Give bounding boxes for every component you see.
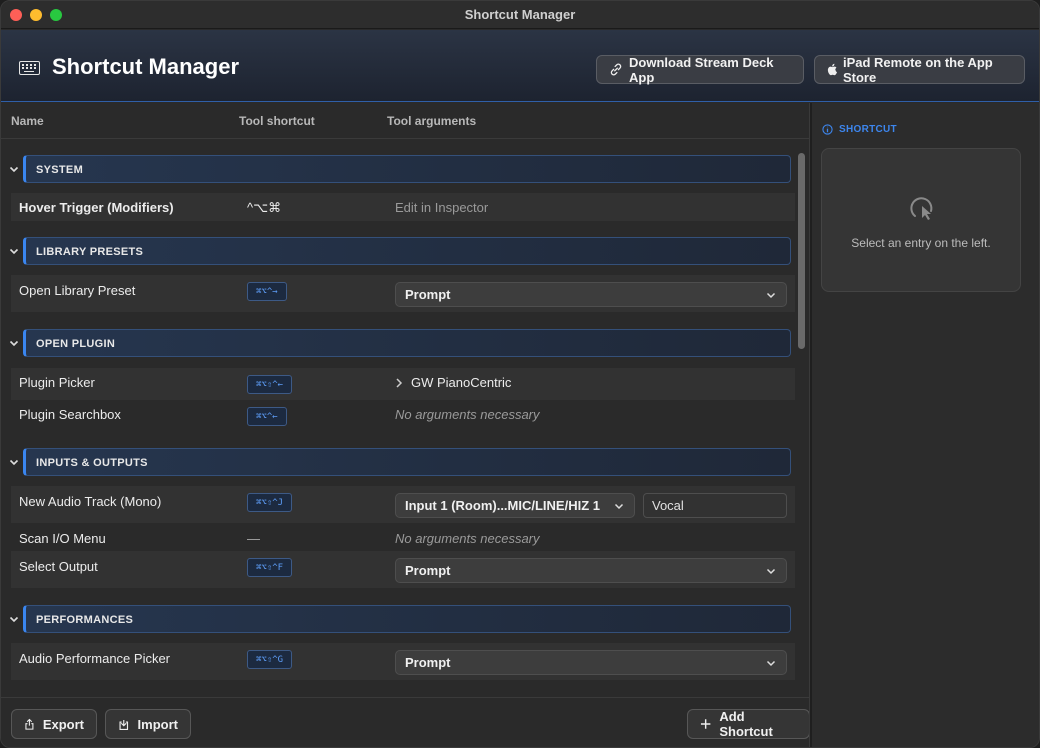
argument-text: Edit in Inspector [395,200,489,215]
keyboard-icon [19,61,40,75]
column-header-name[interactable]: Name [11,114,44,128]
close-window-button[interactable] [10,9,22,21]
select-value: Prompt [405,287,451,302]
import-icon [119,719,129,730]
row-name: Plugin Searchbox [19,407,121,422]
shortcut-keys: ^⌥⌘ [247,200,282,215]
select-value: Input 1 (Room)...MIC/LINE/HIZ 1 [405,498,600,513]
chevron-down-icon[interactable] [9,457,19,467]
add-shortcut-label: Add Shortcut [719,709,773,739]
table-row[interactable]: Audio Performance Picker ⌘⌥⇧^G Prompt [11,643,795,680]
row-name: Hover Trigger (Modifiers) [19,200,174,215]
window-controls [10,9,62,21]
chevron-down-icon[interactable] [9,164,19,174]
ipad-remote-button[interactable]: iPad Remote on the App Store [814,54,1025,85]
section-label: LIBRARY PRESETS [36,246,144,258]
inspector-heading: SHORTCUT [822,124,897,135]
shortcut-chip[interactable]: ⌘⌥⇧^J [247,493,293,512]
chevron-down-icon[interactable] [9,614,19,624]
info-icon [822,124,833,135]
ipad-remote-label: iPad Remote on the App Store [842,54,993,85]
table-row[interactable]: Select Output ⌘⌥⇧^F Prompt [11,551,795,588]
shortcut-chip[interactable]: ⌘⌥^→ [247,282,287,301]
table-row[interactable]: New Audio Track (Mono) ⌘⌥⇧^J Input 1 (Ro… [11,486,795,523]
table-row[interactable]: Plugin Searchbox ⌘⌥^← No arguments neces… [11,400,795,432]
shortcut-list: SYSTEM Hover Trigger (Modifiers) ^⌥⌘ Edi… [1,140,809,696]
section-label: INPUTS & OUTPUTS [36,457,148,469]
shortcut-chip[interactable]: ⌘⌥^← [247,407,287,426]
download-stream-deck-label: Download Stream Deck App [629,54,774,85]
inspector-heading-label: SHORTCUT [839,124,897,135]
zoom-window-button[interactable] [50,9,62,21]
table-header: Name Tool shortcut Tool arguments [1,103,809,139]
inspector-empty-message: Select an entry on the left. [851,236,991,250]
section-label: OPEN PLUGIN [36,338,116,350]
download-stream-deck-button[interactable]: Download Stream Deck App [596,54,804,85]
export-button[interactable]: Export [11,709,97,739]
chevron-right-icon [396,377,403,388]
argument-text: No arguments necessary [395,407,540,422]
section-inputs-outputs[interactable]: INPUTS & OUTPUTS [23,448,791,476]
title-bar: Shortcut Manager [1,1,1039,29]
table-row[interactable]: Plugin Picker ⌘⌥⇧^← GW PianoCentric [11,368,795,400]
window-title: Shortcut Manager [464,7,576,22]
chevron-down-icon [614,503,624,510]
import-label: Import [137,716,178,732]
chevron-down-icon[interactable] [9,338,19,348]
inspector-panel: SHORTCUT Select an entry on the left. [812,103,1039,747]
section-performances[interactable]: PERFORMANCES [23,605,791,633]
column-header-arguments[interactable]: Tool arguments [387,114,476,128]
chevron-down-icon [766,660,776,667]
select-value: Prompt [405,655,451,670]
import-button[interactable]: Import [105,709,191,739]
link-icon [610,63,622,76]
column-header-shortcut[interactable]: Tool shortcut [239,114,315,128]
argument-text: No arguments necessary [395,531,540,546]
list-scrollbar[interactable] [798,151,806,685]
row-name: Audio Performance Picker [19,651,171,666]
page-title: Shortcut Manager [52,54,240,79]
share-icon [25,718,34,730]
argument-select[interactable]: Prompt [395,558,787,583]
apple-icon [827,63,837,76]
export-label: Export [42,716,84,732]
track-name-field[interactable]: Vocal [643,493,787,518]
section-label: PERFORMANCES [36,614,134,626]
select-value: Prompt [405,563,451,578]
inspector-empty-card: Select an entry on the left. [821,148,1021,292]
shortcut-chip[interactable]: ⌘⌥⇧^F [247,558,293,577]
section-label: SYSTEM [36,164,84,176]
row-name: Scan I/O Menu [19,531,106,546]
argument-select[interactable]: Prompt [395,282,787,307]
row-name: Plugin Picker [19,375,95,390]
scroll-thumb[interactable] [798,153,805,349]
shortcut-chip[interactable]: ⌘⌥⇧^← [247,375,293,394]
section-open-plugin[interactable]: OPEN PLUGIN [23,329,791,357]
row-name: New Audio Track (Mono) [19,494,162,509]
row-name: Open Library Preset [19,283,136,298]
table-row[interactable]: Hover Trigger (Modifiers) ^⌥⌘ Edit in In… [11,193,795,221]
table-row[interactable]: Open Library Preset ⌘⌥^→ Prompt [11,275,795,312]
cursor-hover-icon [910,197,933,220]
section-library-presets[interactable]: LIBRARY PRESETS [23,237,791,265]
shortcut-empty: — [247,531,260,546]
section-system[interactable]: SYSTEM [23,155,791,183]
app-window: Shortcut Manager Shortcut Manager Downlo… [0,0,1040,748]
table-row[interactable]: Scan I/O Menu — No arguments necessary [11,523,795,551]
chevron-down-icon [766,568,776,575]
plugin-name: GW PianoCentric [411,375,512,390]
add-shortcut-button[interactable]: Add Shortcut [687,709,810,739]
row-name: Select Output [19,559,98,574]
shortcut-chip[interactable]: ⌘⌥⇧^G [247,650,293,669]
chevron-down-icon [766,292,776,299]
app-header: Shortcut Manager Download Stream Deck Ap… [1,30,1039,102]
argument-select[interactable]: Prompt [395,650,787,675]
plus-icon [700,719,711,729]
footer-toolbar: Export Import Add Shortcut [1,697,810,747]
input-select[interactable]: Input 1 (Room)...MIC/LINE/HIZ 1 [395,493,635,518]
plugin-disclosure[interactable]: GW PianoCentric [395,375,511,390]
chevron-down-icon[interactable] [9,246,19,256]
minimize-window-button[interactable] [30,9,42,21]
